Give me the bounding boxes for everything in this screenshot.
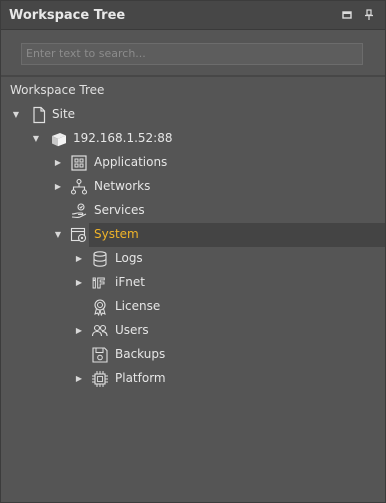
tree-item-label: 192.168.1.52:88 [73,131,173,145]
expand-arrow-icon[interactable]: ▶ [74,326,84,336]
applications-icon [70,154,88,172]
tree-item-device[interactable]: ▼ 192.168.1.52:88 [1,127,385,151]
section-divider [1,75,385,77]
save-disk-icon [91,346,109,364]
database-icon [91,250,109,268]
tree-item-label: Applications [94,155,168,169]
tree-item-label: System [94,227,139,241]
device-box-icon [50,130,68,148]
search-box [21,42,363,65]
tree-item-label: License [115,299,161,313]
license-badge-icon [91,298,109,316]
tree-item-label: Site [52,107,76,121]
expand-arrow-icon[interactable]: ▶ [74,374,84,384]
tree-item-logs[interactable]: ▶ Logs [1,247,385,271]
svg-text:iF: iF [92,277,105,292]
users-icon [91,322,109,340]
tree-item-label: Logs [115,251,143,265]
tree-item-label: Services [94,203,145,217]
tree-item-site[interactable]: ▼ Site [1,103,385,127]
tree-item-label: Networks [94,179,151,193]
expand-arrow-icon[interactable]: ▶ [74,254,84,264]
expand-arrow-icon[interactable]: ▶ [53,158,63,168]
tree-item-label: iFnet [115,275,145,289]
tree-item-platform[interactable]: ▶ Platform [1,367,385,391]
pin-icon[interactable] [362,8,376,22]
system-icon [70,226,88,244]
expand-arrow-icon[interactable]: ▶ [74,278,84,288]
chip-icon [91,370,109,388]
tree-item-license[interactable]: License [1,295,385,319]
tree-item-networks[interactable]: ▶ Networks [1,175,385,199]
panel-title: Workspace Tree [9,8,126,23]
tree-item-system[interactable]: ▼ System [1,223,385,247]
tree-item-applications[interactable]: ▶ Applications [1,151,385,175]
expand-arrow-icon[interactable]: ▼ [53,230,63,240]
networks-icon [70,178,88,196]
tree-item-services[interactable]: Services [1,199,385,223]
ifnet-icon: iF [91,274,109,292]
window-maximize-icon[interactable] [340,8,354,22]
workspace-tree-panel: Workspace Tree Workspace Tree ▼ Site ▼ 1… [0,0,386,503]
services-icon [70,202,88,220]
tree-item-label: Backups [115,347,166,361]
tree-item-label: Platform [115,371,166,385]
section-title: Workspace Tree [10,83,105,97]
tree-item-ifnet[interactable]: ▶ iF iFnet [1,271,385,295]
search-input[interactable] [21,42,363,65]
panel-titlebar: Workspace Tree [1,1,385,30]
tree-item-label: Users [115,323,149,337]
expand-arrow-icon[interactable]: ▼ [31,134,41,144]
page-icon [30,106,48,124]
tree-item-backups[interactable]: Backups [1,343,385,367]
expand-arrow-icon[interactable]: ▶ [53,182,63,192]
tree-item-users[interactable]: ▶ Users [1,319,385,343]
expand-arrow-icon[interactable]: ▼ [11,110,21,120]
